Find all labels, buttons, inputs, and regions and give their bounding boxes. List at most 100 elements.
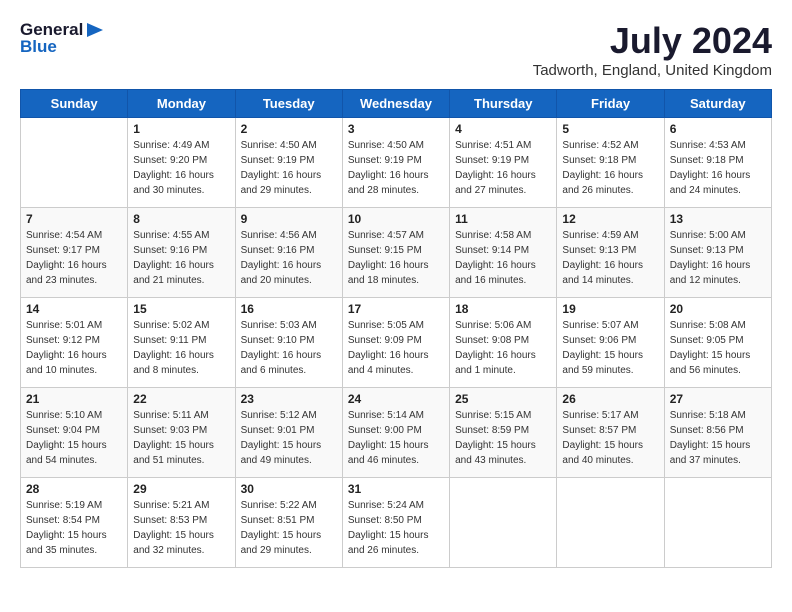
day-number: 18 [455, 302, 551, 316]
day-info: Sunrise: 4:50 AM Sunset: 9:19 PM Dayligh… [348, 138, 444, 198]
day-info: Sunrise: 4:57 AM Sunset: 9:15 PM Dayligh… [348, 228, 444, 288]
calendar-cell: 21 Sunrise: 5:10 AM Sunset: 9:04 PM Dayli… [21, 388, 128, 478]
day-info: Sunrise: 4:59 AM Sunset: 9:13 PM Dayligh… [562, 228, 658, 288]
calendar-cell [664, 478, 771, 568]
day-number: 6 [670, 122, 766, 136]
day-number: 22 [133, 392, 229, 406]
day-info: Sunrise: 4:55 AM Sunset: 9:16 PM Dayligh… [133, 228, 229, 288]
day-number: 16 [241, 302, 337, 316]
day-info: Sunrise: 5:24 AM Sunset: 8:50 PM Dayligh… [348, 498, 444, 558]
calendar-cell: 14Sunrise: 5:01 AM Sunset: 9:12 PM Dayli… [21, 298, 128, 388]
day-number: 17 [348, 302, 444, 316]
calendar-cell: 5Sunrise: 4:52 AM Sunset: 9:18 PM Daylig… [557, 118, 664, 208]
calendar-cell: 18 Sunrise: 5:06 AM Sunset: 9:08 PM Dayli… [450, 298, 557, 388]
calendar-header-row: SundayMondayTuesdayWednesdayThursdayFrid… [21, 90, 772, 118]
calendar-cell: 8Sunrise: 4:55 AM Sunset: 9:16 PM Daylig… [128, 208, 235, 298]
calendar-table: SundayMondayTuesdayWednesdayThursdayFrid… [20, 89, 772, 568]
day-number: 4 [455, 122, 551, 136]
day-info: Sunrise: 5:08 AM Sunset: 9:05 PM Dayligh… [670, 318, 766, 378]
calendar-cell: 3Sunrise: 4:50 AM Sunset: 9:19 PM Daylig… [342, 118, 449, 208]
day-number: 30 [241, 482, 337, 496]
weekday-header-thursday: Thursday [450, 90, 557, 118]
calendar-week-row: 14Sunrise: 5:01 AM Sunset: 9:12 PM Dayli… [21, 298, 772, 388]
day-number: 9 [241, 212, 337, 226]
day-number: 23 [241, 392, 337, 406]
day-number: 7 [26, 212, 122, 226]
day-info: Sunrise: 4:51 AM Sunset: 9:19 PM Dayligh… [455, 138, 551, 198]
weekday-header-monday: Monday [128, 90, 235, 118]
day-number: 5 [562, 122, 658, 136]
day-info: Sunrise: 5:15 AM Sunset: 8:59 PM Dayligh… [455, 408, 551, 468]
title-section: July 2024 Tadworth, England, United King… [533, 20, 772, 79]
day-number: 27 [670, 392, 766, 406]
day-info: Sunrise: 5:11 AM Sunset: 9:03 PM Dayligh… [133, 408, 229, 468]
day-number: 10 [348, 212, 444, 226]
day-info: Sunrise: 5:05 AM Sunset: 9:09 PM Dayligh… [348, 318, 444, 378]
weekday-header-saturday: Saturday [664, 90, 771, 118]
calendar-cell: 10 Sunrise: 4:57 AM Sunset: 9:15 PM Dayli… [342, 208, 449, 298]
calendar-cell: 12Sunrise: 4:59 AM Sunset: 9:13 PM Dayli… [557, 208, 664, 298]
calendar-cell: 13 Sunrise: 5:00 AM Sunset: 9:13 PM Dayli… [664, 208, 771, 298]
day-number: 19 [562, 302, 658, 316]
calendar-week-row: 21 Sunrise: 5:10 AM Sunset: 9:04 PM Dayli… [21, 388, 772, 478]
day-info: Sunrise: 5:12 AM Sunset: 9:01 PM Dayligh… [241, 408, 337, 468]
day-info: Sunrise: 5:21 AM Sunset: 8:53 PM Dayligh… [133, 498, 229, 558]
day-number: 1 [133, 122, 229, 136]
day-number: 24 [348, 392, 444, 406]
day-number: 29 [133, 482, 229, 496]
calendar-cell: 20Sunrise: 5:08 AM Sunset: 9:05 PM Dayli… [664, 298, 771, 388]
calendar-cell: 30Sunrise: 5:22 AM Sunset: 8:51 PM Dayli… [235, 478, 342, 568]
calendar-cell: 15 Sunrise: 5:02 AM Sunset: 9:11 PM Dayli… [128, 298, 235, 388]
day-info: Sunrise: 5:06 AM Sunset: 9:08 PM Dayligh… [455, 318, 551, 378]
calendar-cell: 6 Sunrise: 4:53 AM Sunset: 9:18 PM Daylig… [664, 118, 771, 208]
calendar-cell: 4 Sunrise: 4:51 AM Sunset: 9:19 PM Daylig… [450, 118, 557, 208]
weekday-header-friday: Friday [557, 90, 664, 118]
calendar-cell: 27 Sunrise: 5:18 AM Sunset: 8:56 PM Dayli… [664, 388, 771, 478]
day-info: Sunrise: 5:03 AM Sunset: 9:10 PM Dayligh… [241, 318, 337, 378]
calendar-cell [21, 118, 128, 208]
day-number: 2 [241, 122, 337, 136]
day-info: Sunrise: 5:14 AM Sunset: 9:00 PM Dayligh… [348, 408, 444, 468]
calendar-cell: 31 Sunrise: 5:24 AM Sunset: 8:50 PM Dayli… [342, 478, 449, 568]
calendar-cell: 29 Sunrise: 5:21 AM Sunset: 8:53 PM Dayli… [128, 478, 235, 568]
calendar-cell [450, 478, 557, 568]
calendar-cell: 24 Sunrise: 5:14 AM Sunset: 9:00 PM Dayli… [342, 388, 449, 478]
calendar-cell: 19 Sunrise: 5:07 AM Sunset: 9:06 PM Dayli… [557, 298, 664, 388]
day-number: 13 [670, 212, 766, 226]
day-info: Sunrise: 5:10 AM Sunset: 9:04 PM Dayligh… [26, 408, 122, 468]
day-info: Sunrise: 5:07 AM Sunset: 9:06 PM Dayligh… [562, 318, 658, 378]
day-info: Sunrise: 4:56 AM Sunset: 9:16 PM Dayligh… [241, 228, 337, 288]
calendar-cell: 23 Sunrise: 5:12 AM Sunset: 9:01 PM Dayli… [235, 388, 342, 478]
day-info: Sunrise: 5:00 AM Sunset: 9:13 PM Dayligh… [670, 228, 766, 288]
calendar-cell: 22 Sunrise: 5:11 AM Sunset: 9:03 PM Dayli… [128, 388, 235, 478]
calendar-week-row: 28 Sunrise: 5:19 AM Sunset: 8:54 PM Dayli… [21, 478, 772, 568]
calendar-cell: 25Sunrise: 5:15 AM Sunset: 8:59 PM Dayli… [450, 388, 557, 478]
page-header: General Blue July 2024 Tadworth, England… [20, 20, 772, 79]
calendar-week-row: 7 Sunrise: 4:54 AM Sunset: 9:17 PM Daylig… [21, 208, 772, 298]
day-info: Sunrise: 4:54 AM Sunset: 9:17 PM Dayligh… [26, 228, 122, 288]
calendar-cell: 28 Sunrise: 5:19 AM Sunset: 8:54 PM Dayli… [21, 478, 128, 568]
weekday-header-sunday: Sunday [21, 90, 128, 118]
calendar-cell: 2Sunrise: 4:50 AM Sunset: 9:19 PM Daylig… [235, 118, 342, 208]
calendar-cell: 26 Sunrise: 5:17 AM Sunset: 8:57 PM Dayli… [557, 388, 664, 478]
day-info: Sunrise: 4:58 AM Sunset: 9:14 PM Dayligh… [455, 228, 551, 288]
logo-blue-text: Blue [20, 37, 57, 57]
day-number: 28 [26, 482, 122, 496]
day-number: 21 [26, 392, 122, 406]
calendar-cell: 16 Sunrise: 5:03 AM Sunset: 9:10 PM Dayli… [235, 298, 342, 388]
weekday-header-tuesday: Tuesday [235, 90, 342, 118]
calendar-cell: 11 Sunrise: 4:58 AM Sunset: 9:14 PM Dayli… [450, 208, 557, 298]
day-number: 31 [348, 482, 444, 496]
day-info: Sunrise: 5:17 AM Sunset: 8:57 PM Dayligh… [562, 408, 658, 468]
day-info: Sunrise: 4:53 AM Sunset: 9:18 PM Dayligh… [670, 138, 766, 198]
day-number: 15 [133, 302, 229, 316]
calendar-cell: 17 Sunrise: 5:05 AM Sunset: 9:09 PM Dayli… [342, 298, 449, 388]
day-number: 11 [455, 212, 551, 226]
day-info: Sunrise: 5:02 AM Sunset: 9:11 PM Dayligh… [133, 318, 229, 378]
day-info: Sunrise: 5:18 AM Sunset: 8:56 PM Dayligh… [670, 408, 766, 468]
logo: General Blue [20, 20, 103, 57]
day-info: Sunrise: 5:19 AM Sunset: 8:54 PM Dayligh… [26, 498, 122, 558]
day-number: 26 [562, 392, 658, 406]
calendar-cell: 7 Sunrise: 4:54 AM Sunset: 9:17 PM Daylig… [21, 208, 128, 298]
day-info: Sunrise: 5:01 AM Sunset: 9:12 PM Dayligh… [26, 318, 122, 378]
